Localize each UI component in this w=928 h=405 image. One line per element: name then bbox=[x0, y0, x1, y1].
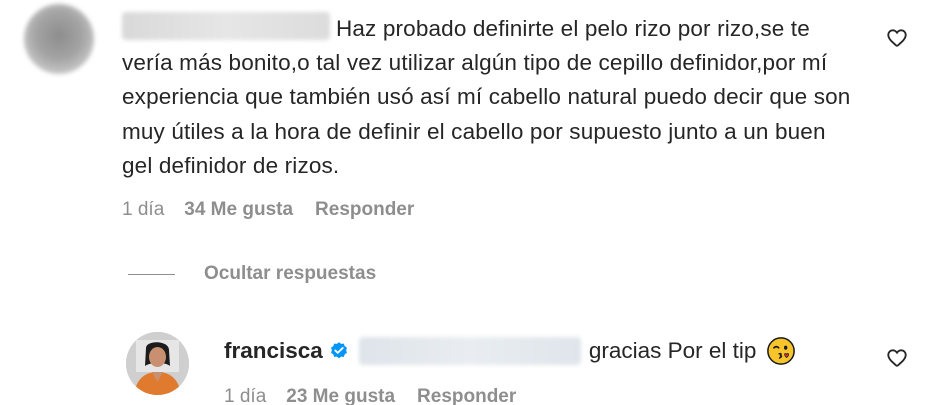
mention-redacted[interactable] bbox=[358, 337, 581, 365]
avatar-portrait-icon bbox=[126, 332, 189, 395]
heart-icon[interactable] bbox=[886, 27, 908, 49]
reply-avatar[interactable] bbox=[126, 332, 189, 395]
reply-body: francisca gracias Por el tip bbox=[224, 336, 796, 366]
divider-line bbox=[128, 273, 175, 275]
reply-meta: 1 día 23 Me gusta Responder bbox=[224, 386, 516, 405]
face-blowing-kiss-emoji-icon bbox=[767, 337, 796, 365]
reply-reply-button[interactable]: Responder bbox=[417, 386, 516, 405]
reply-time[interactable]: 1 día bbox=[224, 386, 266, 405]
commenter-avatar[interactable] bbox=[24, 4, 94, 74]
hide-replies-label: Ocultar respuestas bbox=[204, 263, 377, 284]
comment-likes[interactable]: 34 Me gusta bbox=[184, 199, 293, 221]
reply-likes[interactable]: 23 Me gusta bbox=[286, 386, 395, 405]
reply-button[interactable]: Responder bbox=[315, 199, 414, 221]
comment-body: Haz probado definirte el pelo rizo por r… bbox=[122, 12, 862, 183]
comment-meta: 1 día 34 Me gusta Responder bbox=[122, 199, 414, 221]
hide-replies-button[interactable]: Ocultar respuestas bbox=[128, 263, 376, 285]
reply-text: gracias Por el tip bbox=[588, 338, 757, 363]
comment-time[interactable]: 1 día bbox=[122, 199, 164, 221]
heart-icon[interactable] bbox=[886, 347, 908, 369]
comment-text-line1: Haz probado definirte el pelo rizo por r… bbox=[336, 16, 785, 41]
reply-username[interactable]: francisca bbox=[224, 338, 323, 364]
verified-badge-icon bbox=[330, 342, 347, 359]
